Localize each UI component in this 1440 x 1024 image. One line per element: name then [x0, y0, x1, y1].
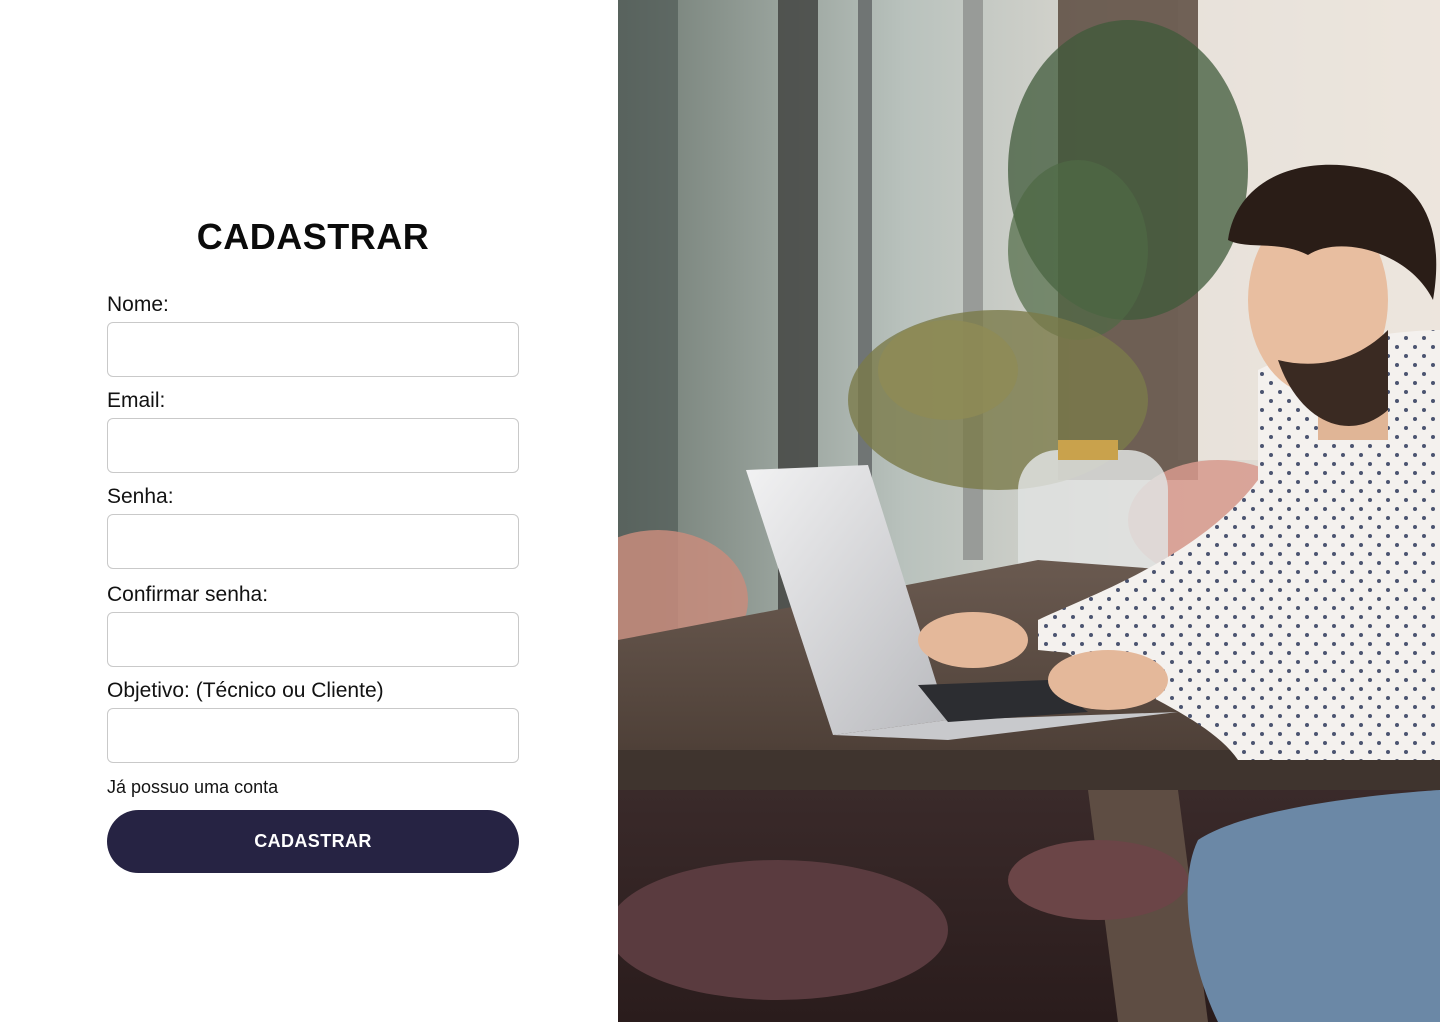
confirm-password-label: Confirmar senha: — [107, 583, 269, 606]
password-input[interactable] — [107, 514, 519, 569]
page-title: CADASTRAR — [196, 216, 430, 257]
login-link[interactable]: Já possuo uma conta — [107, 777, 278, 798]
hero-photo-illustration — [618, 0, 1440, 1022]
goal-field-group: Objetivo: (Técnico ou Cliente) — [107, 678, 519, 763]
email-field-group: Email: — [107, 388, 519, 473]
email-label: Email: — [107, 389, 166, 412]
register-button[interactable]: CADASTRAR — [107, 810, 519, 873]
goal-label: Objetivo: (Técnico ou Cliente) — [107, 679, 384, 702]
register-page: CADASTRAR Nome: Email: Senha: Confirmar … — [0, 0, 1440, 1024]
hero-photo — [618, 0, 1440, 1022]
email-input[interactable] — [107, 418, 519, 473]
goal-input[interactable] — [107, 708, 519, 763]
name-label: Nome: — [107, 293, 169, 316]
name-input[interactable] — [107, 322, 519, 377]
name-field-group: Nome: — [107, 292, 519, 377]
confirm-password-field-group: Confirmar senha: — [107, 582, 519, 667]
confirm-password-input[interactable] — [107, 612, 519, 667]
password-field-group: Senha: — [107, 484, 519, 569]
register-form-panel: CADASTRAR Nome: Email: Senha: Confirmar … — [0, 0, 618, 1024]
password-label: Senha: — [107, 485, 174, 508]
